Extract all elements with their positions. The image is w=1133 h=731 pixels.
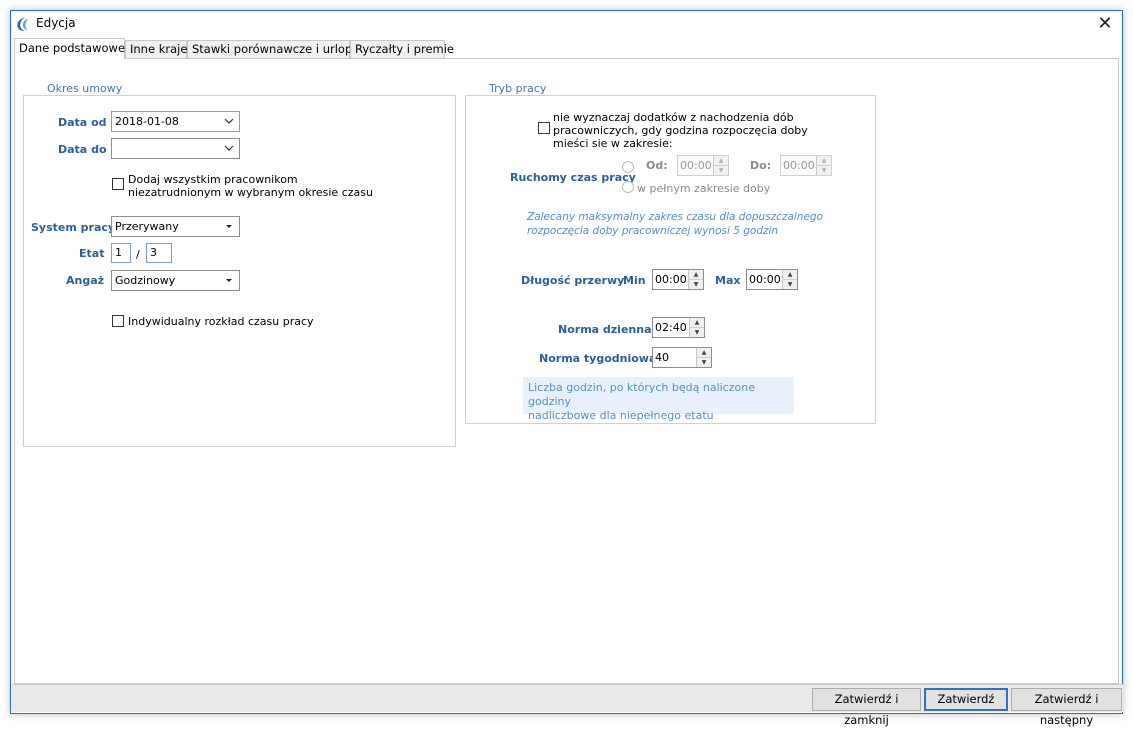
zatwierdz-i-nastepny-button[interactable]: Zatwierdź i następny: [1011, 688, 1122, 727]
ruchomy-czas-label: Ruchomy czas pracy: [510, 171, 636, 184]
window-title: Edycja: [36, 16, 76, 30]
max-label: Max: [715, 274, 741, 287]
do-time-value: 00:00: [783, 159, 815, 172]
dodaj-wszystkim-checkbox[interactable]: [112, 178, 124, 190]
spin-up-icon[interactable]: ▲: [714, 156, 728, 166]
dropdown-arrow-icon[interactable]: [223, 271, 235, 290]
tryb-pracy-title: Tryb pracy: [489, 82, 547, 95]
zatwierdz-i-zamknij-button[interactable]: Zatwierdź i zamknij: [812, 688, 921, 727]
chevron-down-icon[interactable]: [223, 139, 235, 158]
title-bar: Edycja ✕: [11, 11, 1122, 37]
norma-tygodniowa-spin-buttons: ▲ ▼: [696, 348, 711, 367]
zalecany-note-line2: rozpoczęcia doby pracowniczej wynosi 5 g…: [527, 225, 779, 237]
spin-down-icon[interactable]: ▼: [689, 280, 703, 289]
dialog-footer: Zatwierdź i zamknij Zatwierdź Zatwierdź …: [12, 684, 1123, 727]
etat-label: Etat: [79, 247, 105, 260]
system-pracy-select[interactable]: Przerywany: [111, 216, 240, 237]
liczba-godzin-line2: nadliczbowe dla niepełnego etatu: [528, 409, 714, 422]
nie-wyznaczaj-line2: pracowniczych, gdy godzina rozpoczęcia d…: [553, 124, 808, 137]
norma-dzienna-label: Norma dzienna: [558, 323, 652, 336]
norma-dzienna-value: 02:40: [655, 321, 687, 334]
okres-umowy-title: Okres umowy: [47, 82, 123, 95]
indywidualny-label: Indywidualny rozkład czasu pracy: [128, 315, 314, 328]
do-spin-buttons: ▲ ▼: [816, 156, 831, 175]
liczba-godzin-line1: Liczba godzin, po których będą naliczone…: [528, 381, 755, 408]
dodaj-wszystkim-line2: niezatrudnionym w wybranym okresie czasu: [128, 186, 373, 199]
norma-dzienna-input[interactable]: 02:40 ▲ ▼: [652, 317, 705, 338]
spin-up-icon[interactable]: ▲: [783, 270, 797, 280]
dlugosc-przerwy-label: Długość przerwy: [521, 274, 625, 287]
pelny-zakres-label: w pełnym zakresie doby: [637, 182, 771, 195]
tab-panel: Okres umowy Data od 2018-01-08 Data do D…: [14, 58, 1119, 684]
data-do-field[interactable]: [111, 138, 240, 159]
przerwa-max-input[interactable]: 00:00 ▲ ▼: [746, 269, 798, 290]
spin-down-icon[interactable]: ▼: [697, 358, 711, 367]
tab-stawki-porownawcze[interactable]: Stawki porównawcze i urlopy: [187, 40, 359, 58]
do-label: Do:: [750, 159, 772, 172]
system-pracy-label: System pracy: [31, 221, 116, 234]
zalecany-note-line1: Zalecany maksymalny zakres czasu dla dop…: [527, 211, 824, 223]
liczba-godzin-info: Liczba godzin, po których będą naliczone…: [523, 377, 794, 422]
max-spin-buttons: ▲ ▼: [782, 270, 797, 289]
spin-up-icon[interactable]: ▲: [697, 348, 711, 358]
spin-up-icon[interactable]: ▲: [690, 318, 704, 328]
dropdown-arrow-icon[interactable]: [223, 217, 235, 236]
data-do-label: Data do: [58, 143, 107, 156]
spin-down-icon[interactable]: ▼: [714, 166, 728, 175]
data-od-value: 2018-01-08: [115, 115, 179, 128]
spin-down-icon[interactable]: ▼: [690, 328, 704, 337]
etat-numerator-input[interactable]: 1: [111, 243, 131, 263]
zatwierdz-button[interactable]: Zatwierdź: [924, 688, 1008, 711]
norma-tygodniowa-value: 40: [655, 351, 669, 364]
min-spin-buttons: ▲ ▼: [688, 270, 703, 289]
nie-wyznaczaj-checkbox[interactable]: [538, 122, 550, 134]
nie-wyznaczaj-line1: nie wyznaczaj dodatków z nachodzenia dób: [553, 111, 794, 124]
app-logo-icon: [17, 17, 29, 31]
etat-separator: /: [136, 248, 140, 261]
etat-denominator-input[interactable]: 3: [146, 243, 172, 263]
norma-tygodniowa-label: Norma tygodniowa: [539, 352, 657, 365]
data-od-field[interactable]: 2018-01-08: [111, 111, 240, 132]
spin-down-icon[interactable]: ▼: [783, 280, 797, 289]
norma-dzienna-spin-buttons: ▲ ▼: [689, 318, 704, 337]
close-icon[interactable]: ✕: [1097, 13, 1112, 34]
od-label: Od:: [646, 159, 668, 172]
do-time-input[interactable]: 00:00 ▲ ▼: [780, 155, 832, 176]
od-time-value: 00:00: [680, 159, 712, 172]
angaz-value: Godzinowy: [115, 274, 176, 287]
edit-dialog: Edycja ✕ Dane podstawowe Inne kraje Staw…: [10, 10, 1123, 727]
przerwa-min-value: 00:00: [655, 273, 687, 286]
tab-inne-kraje[interactable]: Inne kraje: [125, 40, 187, 58]
spin-up-icon[interactable]: ▲: [817, 156, 831, 166]
system-pracy-value: Przerywany: [115, 220, 179, 233]
close-button[interactable]: ✕: [1094, 13, 1116, 35]
spin-down-icon[interactable]: ▼: [817, 166, 831, 175]
angaz-select[interactable]: Godzinowy: [111, 270, 240, 291]
data-od-label: Data od: [58, 116, 107, 129]
angaz-label: Angaż: [66, 274, 105, 287]
tab-ryczalty-premie[interactable]: Ryczałty i premie: [350, 40, 454, 58]
tab-dane-podstawowe[interactable]: Dane podstawowe: [14, 38, 125, 59]
norma-tygodniowa-input[interactable]: 40 ▲ ▼: [652, 347, 712, 368]
przerwa-max-value: 00:00: [749, 273, 781, 286]
nie-wyznaczaj-line3: mieści sie w zakresie:: [553, 137, 673, 150]
dodaj-wszystkim-line1: Dodaj wszystkim pracownikom: [128, 173, 298, 186]
indywidualny-checkbox[interactable]: [112, 315, 124, 327]
chevron-down-icon[interactable]: [223, 112, 235, 131]
spin-up-icon[interactable]: ▲: [689, 270, 703, 280]
przerwa-min-input[interactable]: 00:00 ▲ ▼: [652, 269, 704, 290]
pelny-zakres-radio[interactable]: [622, 181, 634, 193]
od-time-input[interactable]: 00:00 ▲ ▼: [677, 155, 729, 176]
od-do-radio[interactable]: [622, 161, 634, 173]
min-label: Min: [623, 274, 646, 287]
od-spin-buttons: ▲ ▼: [713, 156, 728, 175]
